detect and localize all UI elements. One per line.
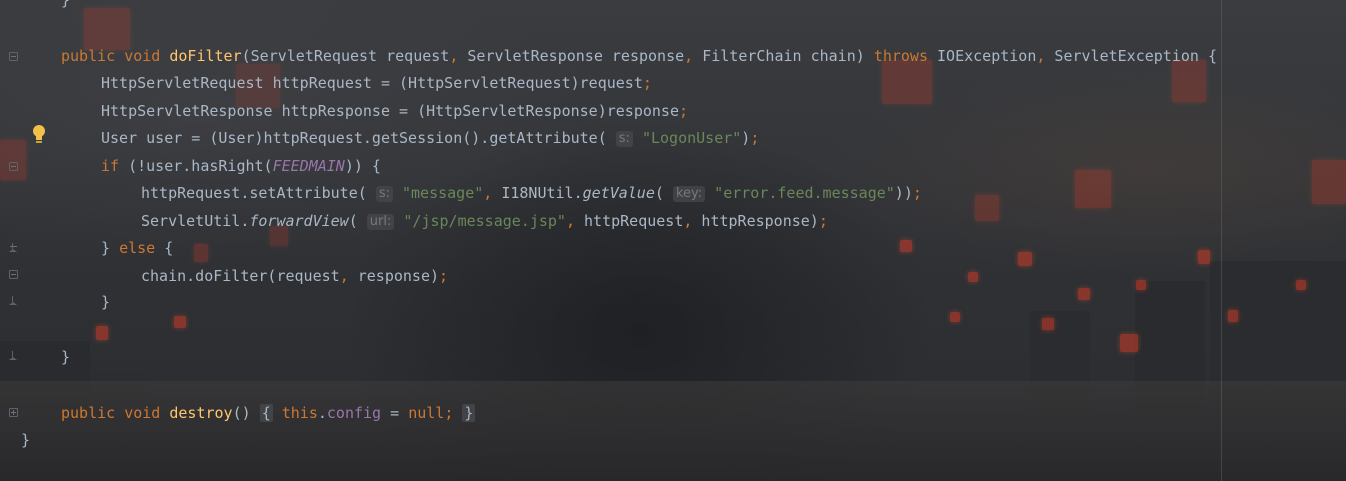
closing-brace: } [101,293,111,311]
keyword: public [61,404,116,422]
string-literal: "LogonUser" [641,129,742,147]
fold-marker-icon[interactable] [9,270,18,279]
paren: () [232,404,251,422]
keyword: void [124,404,161,422]
static-method: getValue [582,184,655,202]
dot: . [317,404,327,422]
method-name: doFilter [169,47,242,65]
string-literal: "/jsp/message.jsp" [403,212,566,230]
field-name: config [326,404,382,422]
closing-brace: } [61,348,71,366]
fold-marker-icon[interactable] [9,52,18,61]
code-line[interactable]: if (!user.hasRight(FEEDMAIN)) { [101,155,381,177]
semicolon: ; [678,102,688,120]
parameter-hint: url: [366,214,395,230]
parameter-hint: s: [375,186,393,202]
code-line[interactable]: public void destroy() { this.config = nu… [61,402,476,424]
exception-type: ServletException { [1045,47,1217,65]
statement: chain.doFilter(request [141,267,340,285]
keyword: public [61,47,116,65]
opening-brace: { [155,239,174,257]
argument: httpResponse) [692,212,819,230]
parameter-hint: s: [615,131,633,147]
closing-brace: } [101,239,120,257]
statement: HttpServletResponse httpResponse = (Http… [101,102,679,120]
code-line[interactable]: User user = (User)httpRequest.getSession… [101,127,759,149]
statement: httpRequest.setAttribute( [141,184,367,202]
constant: FEEDMAIN [272,157,345,175]
closing-brace: } [21,431,31,449]
code-line[interactable]: chain.doFilter(request, response); [141,265,448,287]
string-literal: "error.feed.message" [714,184,895,202]
keyword: else [119,239,156,257]
folded-region-end[interactable]: } [462,404,476,422]
right-margin-guide [1221,0,1222,481]
semicolon: ; [439,267,449,285]
code-line[interactable]: } [61,346,70,368]
semicolon: ; [444,404,454,422]
code-line[interactable]: public void doFilter(ServletRequest requ… [61,45,1217,67]
paren: ( [348,212,358,230]
fold-expand-icon[interactable] [9,408,18,417]
statement: User user = (User)httpRequest.getSession… [101,129,607,147]
code-line[interactable]: } else { [101,237,173,259]
string-literal: "message" [402,184,484,202]
paren: ( [654,184,664,202]
code-line[interactable]: ServletUtil.forwardView( url: "/jsp/mess… [141,210,828,232]
exception-type: IOException [928,47,1037,65]
code-line[interactable]: HttpServletRequest httpRequest = (HttpSe… [101,72,652,94]
code-line[interactable]: } [101,291,110,313]
method-name: destroy [169,404,233,422]
paren: ) [741,129,751,147]
keyword: this [281,404,318,422]
code-line[interactable]: httpRequest.setAttribute( s: "message", … [141,182,922,204]
intention-bulb-icon[interactable] [31,124,47,144]
code-line[interactable]: } [21,429,30,451]
comma: , [339,267,349,285]
statement: (!user.hasRight( [119,157,273,175]
semicolon: ; [642,74,652,92]
folded-region-start[interactable]: { [259,404,273,422]
statement: )) { [344,157,381,175]
semicolon: ; [912,184,922,202]
keyword: void [124,47,161,65]
parameter: ServletResponse response [458,47,685,65]
closing-brace: } [61,0,71,9]
parameter: FilterChain chain) [693,47,874,65]
argument: response) [348,267,440,285]
argument: httpRequest [574,212,684,230]
code-editor[interactable]: } public void doFilter(ServletRequest re… [0,0,1346,481]
code-line[interactable]: } [61,0,70,11]
parameter: (ServletRequest request [241,47,450,65]
code-line[interactable]: HttpServletResponse httpResponse = (Http… [101,100,688,122]
fold-end-icon[interactable] [9,296,18,305]
comma: , [483,184,493,202]
fold-marker-icon[interactable] [9,162,18,171]
operator: = [381,404,409,422]
fold-marker-icon[interactable] [9,243,18,252]
keyword: if [101,157,120,175]
statement: I18NUtil. [492,184,583,202]
keyword: throws [873,47,928,65]
fold-end-icon[interactable] [9,351,18,360]
comma: , [684,47,694,65]
statement: HttpServletRequest httpRequest = (HttpSe… [101,74,643,92]
semicolon: ; [750,129,760,147]
comma: , [565,212,575,230]
keyword: null [408,404,445,422]
static-method: forwardView [249,212,349,230]
parameter-hint: key: [672,186,706,202]
paren: )) [894,184,913,202]
semicolon: ; [818,212,828,230]
statement: ServletUtil. [141,212,250,230]
